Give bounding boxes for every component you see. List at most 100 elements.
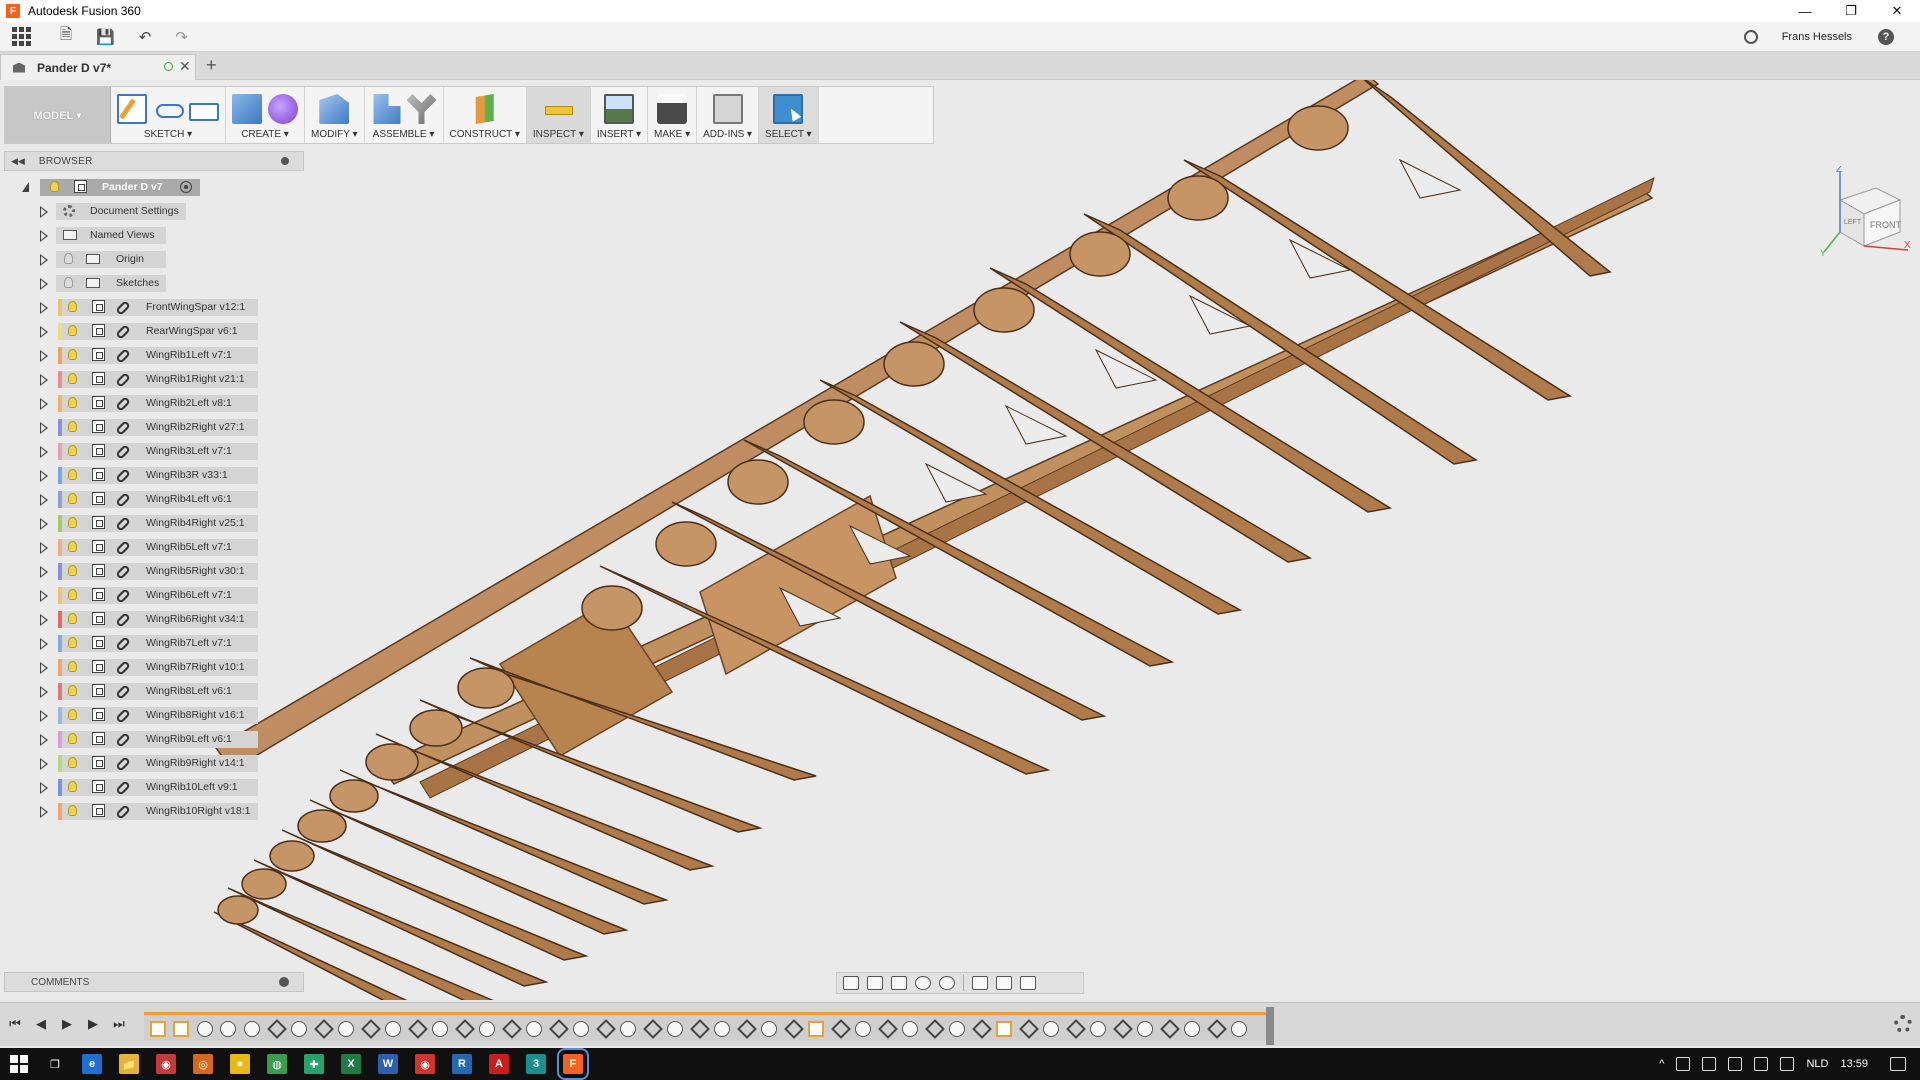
visibility-bulb-icon[interactable] xyxy=(68,589,77,600)
expand-triangle-icon[interactable] xyxy=(40,302,48,314)
expand-triangle-icon[interactable] xyxy=(40,590,48,602)
visibility-bulb-icon[interactable] xyxy=(64,277,73,288)
file-menu-icon[interactable]: 🗎 xyxy=(60,24,72,50)
component-row[interactable]: WingRib7Right v10:1 xyxy=(0,658,260,678)
timeline-feature[interactable] xyxy=(737,1021,753,1037)
taskbar-app-yellow-icon[interactable]: ● xyxy=(230,1054,250,1074)
timeline-feature[interactable] xyxy=(220,1021,237,1037)
grid-settings-icon[interactable] xyxy=(996,976,1012,990)
expand-triangle-icon[interactable] xyxy=(40,446,48,458)
component-row[interactable]: WingRib8Left v6:1 xyxy=(0,682,260,702)
show-hidden-icons-button[interactable]: ^ xyxy=(1659,1058,1664,1070)
tray-app-icon[interactable] xyxy=(1728,1057,1743,1071)
viewports-icon[interactable] xyxy=(1020,976,1036,990)
timeline-feature[interactable] xyxy=(431,1021,448,1037)
insert-image-icon[interactable] xyxy=(603,94,634,124)
line-icon[interactable] xyxy=(153,94,184,124)
sketch-menu[interactable]: SKETCH ▾ xyxy=(144,129,192,140)
step-back-icon[interactable]: ◀ xyxy=(34,1016,48,1031)
timeline-feature[interactable] xyxy=(1113,1021,1129,1037)
assemble-group[interactable]: ASSEMBLE ▾ xyxy=(365,87,444,143)
visibility-bulb-icon[interactable] xyxy=(50,181,59,192)
action-center-icon[interactable] xyxy=(1890,1057,1906,1071)
component-row[interactable]: FrontWingSpar v12:1 xyxy=(0,298,260,318)
expand-triangle-icon[interactable] xyxy=(40,542,48,554)
expand-triangle-icon[interactable] xyxy=(40,686,48,698)
go-to-start-icon[interactable]: ⏮ xyxy=(8,1016,22,1031)
timeline-feature[interactable] xyxy=(995,1021,1012,1037)
taskbar-explorer-icon[interactable]: 📁 xyxy=(119,1054,139,1074)
new-tab-button[interactable]: + xyxy=(206,55,217,76)
undo-icon[interactable]: ↶ xyxy=(139,24,152,50)
component-row[interactable]: WingRib1Left v7:1 xyxy=(0,346,260,366)
component-row[interactable]: RearWingSpar v6:1 xyxy=(0,322,260,342)
sketch-group[interactable]: SKETCH ▾ xyxy=(111,87,226,143)
expand-triangle-icon[interactable] xyxy=(40,494,48,506)
save-icon[interactable]: 💾 xyxy=(96,24,115,50)
data-panel-grid-icon[interactable] xyxy=(12,26,32,47)
timeline-feature[interactable] xyxy=(290,1021,307,1037)
component-row[interactable]: WingRib10Right v18:1 xyxy=(0,802,260,822)
display-settings-icon[interactable] xyxy=(972,976,988,990)
select-group[interactable]: SELECT ▾ xyxy=(759,87,819,143)
tray-app-icon[interactable] xyxy=(1702,1057,1717,1071)
timeline-feature[interactable] xyxy=(243,1021,260,1037)
scripts-addins-icon[interactable] xyxy=(712,94,743,124)
component-row[interactable]: WingRib4Right v25:1 xyxy=(0,514,260,534)
component-row[interactable]: WingRib9Right v14:1 xyxy=(0,754,260,774)
timeline-feature[interactable] xyxy=(1066,1021,1082,1037)
component-row[interactable]: WingRib10Left v9:1 xyxy=(0,778,260,798)
visibility-bulb-icon[interactable] xyxy=(68,733,77,744)
timeline-feature[interactable] xyxy=(572,1021,589,1037)
timeline-feature[interactable] xyxy=(831,1021,847,1037)
timeline-feature[interactable] xyxy=(807,1021,824,1037)
expand-triangle-icon[interactable] xyxy=(40,422,48,434)
visibility-bulb-icon[interactable] xyxy=(68,805,77,816)
timeline-feature[interactable] xyxy=(1089,1021,1106,1037)
visibility-bulb-icon[interactable] xyxy=(68,373,77,384)
timeline-marker[interactable] xyxy=(1266,1007,1274,1045)
expand-triangle-icon[interactable] xyxy=(40,638,48,650)
timeline-feature[interactable] xyxy=(619,1021,636,1037)
expand-triangle-icon[interactable] xyxy=(40,254,48,266)
view-cube[interactable]: Z X Y FRONT LEFT xyxy=(1820,166,1912,258)
timeline-feature[interactable] xyxy=(1207,1021,1223,1037)
timeline-feature[interactable] xyxy=(1042,1021,1059,1037)
timeline-feature[interactable] xyxy=(455,1021,471,1037)
look-at-icon[interactable] xyxy=(867,976,883,990)
timeline-feature[interactable] xyxy=(337,1021,354,1037)
visibility-bulb-icon[interactable] xyxy=(68,517,77,528)
timeline-feature[interactable] xyxy=(713,1021,730,1037)
visibility-bulb-icon[interactable] xyxy=(68,301,77,312)
redo-icon[interactable]: ↷ xyxy=(175,24,188,50)
component-row[interactable]: WingRib2Right v27:1 xyxy=(0,418,260,438)
visibility-bulb-icon[interactable] xyxy=(68,661,77,672)
visibility-bulb-icon[interactable] xyxy=(68,349,77,360)
component-row[interactable]: WingRib5Left v7:1 xyxy=(0,538,260,558)
tree-node-sketches[interactable]: Sketches xyxy=(0,274,220,294)
collapse-triangle-icon[interactable] xyxy=(22,182,29,192)
taskbar-task-view-icon[interactable]: ❐ xyxy=(45,1054,65,1074)
addins-group[interactable]: ADD-INS ▾ xyxy=(697,87,760,143)
timeline-feature[interactable] xyxy=(972,1021,988,1037)
input-language-indicator[interactable]: NLD xyxy=(1806,1058,1828,1070)
component-row[interactable]: WingRib6Left v7:1 xyxy=(0,586,260,606)
add-comment-icon[interactable] xyxy=(279,977,289,987)
component-row[interactable]: WingRib3R v33:1 xyxy=(0,466,260,486)
expand-triangle-icon[interactable] xyxy=(40,278,48,290)
timeline-feature[interactable] xyxy=(1230,1021,1247,1037)
component-row[interactable]: WingRib7Left v7:1 xyxy=(0,634,260,654)
timeline-feature[interactable] xyxy=(925,1021,941,1037)
offset-plane-icon[interactable] xyxy=(475,94,494,124)
activate-target-icon[interactable] xyxy=(180,181,192,193)
tree-node-document-settings[interactable]: Document Settings xyxy=(0,202,220,222)
timeline-feature[interactable] xyxy=(784,1021,800,1037)
taskbar-app-r-icon[interactable]: R xyxy=(452,1054,472,1074)
visibility-bulb-icon[interactable] xyxy=(64,253,73,264)
tray-app-icon[interactable] xyxy=(1676,1057,1691,1071)
volume-icon[interactable] xyxy=(1780,1057,1795,1071)
tree-node-named-views[interactable]: Named Views xyxy=(0,226,220,246)
modify-group[interactable]: MODIFY ▾ xyxy=(305,87,365,143)
visibility-bulb-icon[interactable] xyxy=(68,565,77,576)
timeline-feature[interactable] xyxy=(384,1021,401,1037)
